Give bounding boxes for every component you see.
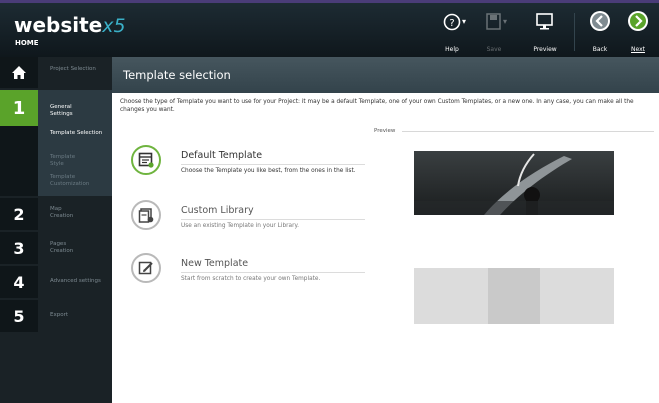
step-number: 1 xyxy=(0,90,38,126)
preview-footer-blocks xyxy=(414,268,614,324)
save-label: Save xyxy=(486,46,502,53)
custom-library-icon xyxy=(138,208,154,223)
sidebar-subitem-template-selection[interactable]: Template Selection xyxy=(38,126,112,150)
preview-header-image xyxy=(414,151,614,215)
preview-icon xyxy=(536,13,553,30)
sidebar-item-export[interactable]: 5 Export xyxy=(0,300,112,332)
main-panel: Template selection Choose the type of Te… xyxy=(112,57,659,403)
sidebar-item-label: Pages Creation xyxy=(50,241,74,254)
option-divider xyxy=(181,272,365,273)
sidebar-item-label: Map Creation xyxy=(50,206,74,219)
app-logo: websitex5 HOME xyxy=(14,13,126,47)
sidebar-subitem-template-style[interactable]: Template Style xyxy=(38,150,112,170)
sidebar-item-advanced-settings[interactable]: 4 Advanced settings xyxy=(0,266,112,298)
new-template-icon xyxy=(138,261,153,275)
page-title: Template selection xyxy=(123,68,231,82)
svg-text:?: ? xyxy=(449,18,454,29)
next-label: Next xyxy=(631,46,645,53)
save-icon xyxy=(486,13,501,30)
preview-block xyxy=(414,268,488,324)
step-number: 5 xyxy=(0,300,38,332)
logo-x5: x5 xyxy=(102,15,126,37)
logo-word: website xyxy=(14,13,103,37)
default-template-radio[interactable] xyxy=(131,145,161,175)
sidebar-item-label: General Settings xyxy=(50,104,73,117)
preview-label: Preview xyxy=(533,46,557,53)
next-icon xyxy=(628,11,648,31)
save-dropdown-arrow[interactable]: ▾ xyxy=(503,17,507,26)
default-template-icon xyxy=(138,152,154,168)
help-button[interactable]: ? ▾ Help xyxy=(438,7,466,57)
sidebar-item-general-settings[interactable]: 1 General Settings xyxy=(0,90,112,126)
option-divider xyxy=(181,219,365,220)
home-icon-box xyxy=(0,57,38,88)
intro-text: Choose the type of Template you want to … xyxy=(120,99,634,113)
sidebar-item-label: Project Selection xyxy=(50,66,96,72)
sidebar-subitem-label: Template Style xyxy=(50,154,76,167)
sidebar-item-map-creation[interactable]: 2 Map Creation xyxy=(0,198,112,230)
toolbar-divider xyxy=(574,13,575,51)
step-sidebar: Project Selection 1 General Settings Tem… xyxy=(0,57,112,403)
preview-divider xyxy=(402,131,654,132)
top-toolbar: websitex5 HOME ? ▾ Help ▾ Save Preview B… xyxy=(0,0,659,57)
option-title: New Template xyxy=(181,258,249,269)
sidebar-subitem-template-customization[interactable]: Template Customization xyxy=(38,170,112,196)
option-title: Default Template xyxy=(181,150,263,161)
step-number: 3 xyxy=(0,232,38,264)
back-button[interactable]: Back xyxy=(586,7,614,57)
preview-content-area xyxy=(434,221,594,269)
preview-photo xyxy=(414,151,614,215)
sidebar-item-project-selection[interactable]: Project Selection xyxy=(0,57,112,88)
option-description: Choose the Template you like best, from … xyxy=(181,168,356,174)
sidebar-item-label: Advanced settings xyxy=(50,278,101,284)
help-dropdown-arrow[interactable]: ▾ xyxy=(462,17,466,26)
preview-section-label: Preview xyxy=(374,128,396,134)
preview-block xyxy=(540,268,614,324)
next-button[interactable]: Next xyxy=(624,7,652,57)
page-title-bar: Template selection xyxy=(112,57,659,93)
option-description: Start from scratch to create your own Te… xyxy=(181,276,321,282)
sidebar-item-pages-creation[interactable]: 3 Pages Creation xyxy=(0,232,112,264)
help-icon: ? xyxy=(443,13,461,31)
option-description: Use an existing Template in your Library… xyxy=(181,223,299,229)
preview-block xyxy=(488,268,540,324)
help-label: Help xyxy=(445,46,459,53)
save-button[interactable]: ▾ Save xyxy=(479,7,509,57)
preview-button[interactable]: Preview xyxy=(529,7,561,57)
custom-library-radio[interactable] xyxy=(131,200,161,230)
back-label: Back xyxy=(592,46,608,53)
template-preview xyxy=(414,151,614,324)
sidebar-subitem-label: Template Selection xyxy=(50,130,103,136)
sidebar-subitem-label: Template Customization xyxy=(50,174,90,187)
option-title: Custom Library xyxy=(181,205,254,216)
step-number: 4 xyxy=(0,266,38,298)
new-template-radio[interactable] xyxy=(131,253,161,283)
home-icon xyxy=(12,66,26,79)
logo-home-label: HOME xyxy=(15,39,39,47)
back-icon xyxy=(590,11,610,31)
sidebar-item-label: Export xyxy=(50,312,69,318)
option-divider xyxy=(181,164,365,165)
step-number: 2 xyxy=(0,198,38,230)
subitem-gutter xyxy=(0,126,38,196)
